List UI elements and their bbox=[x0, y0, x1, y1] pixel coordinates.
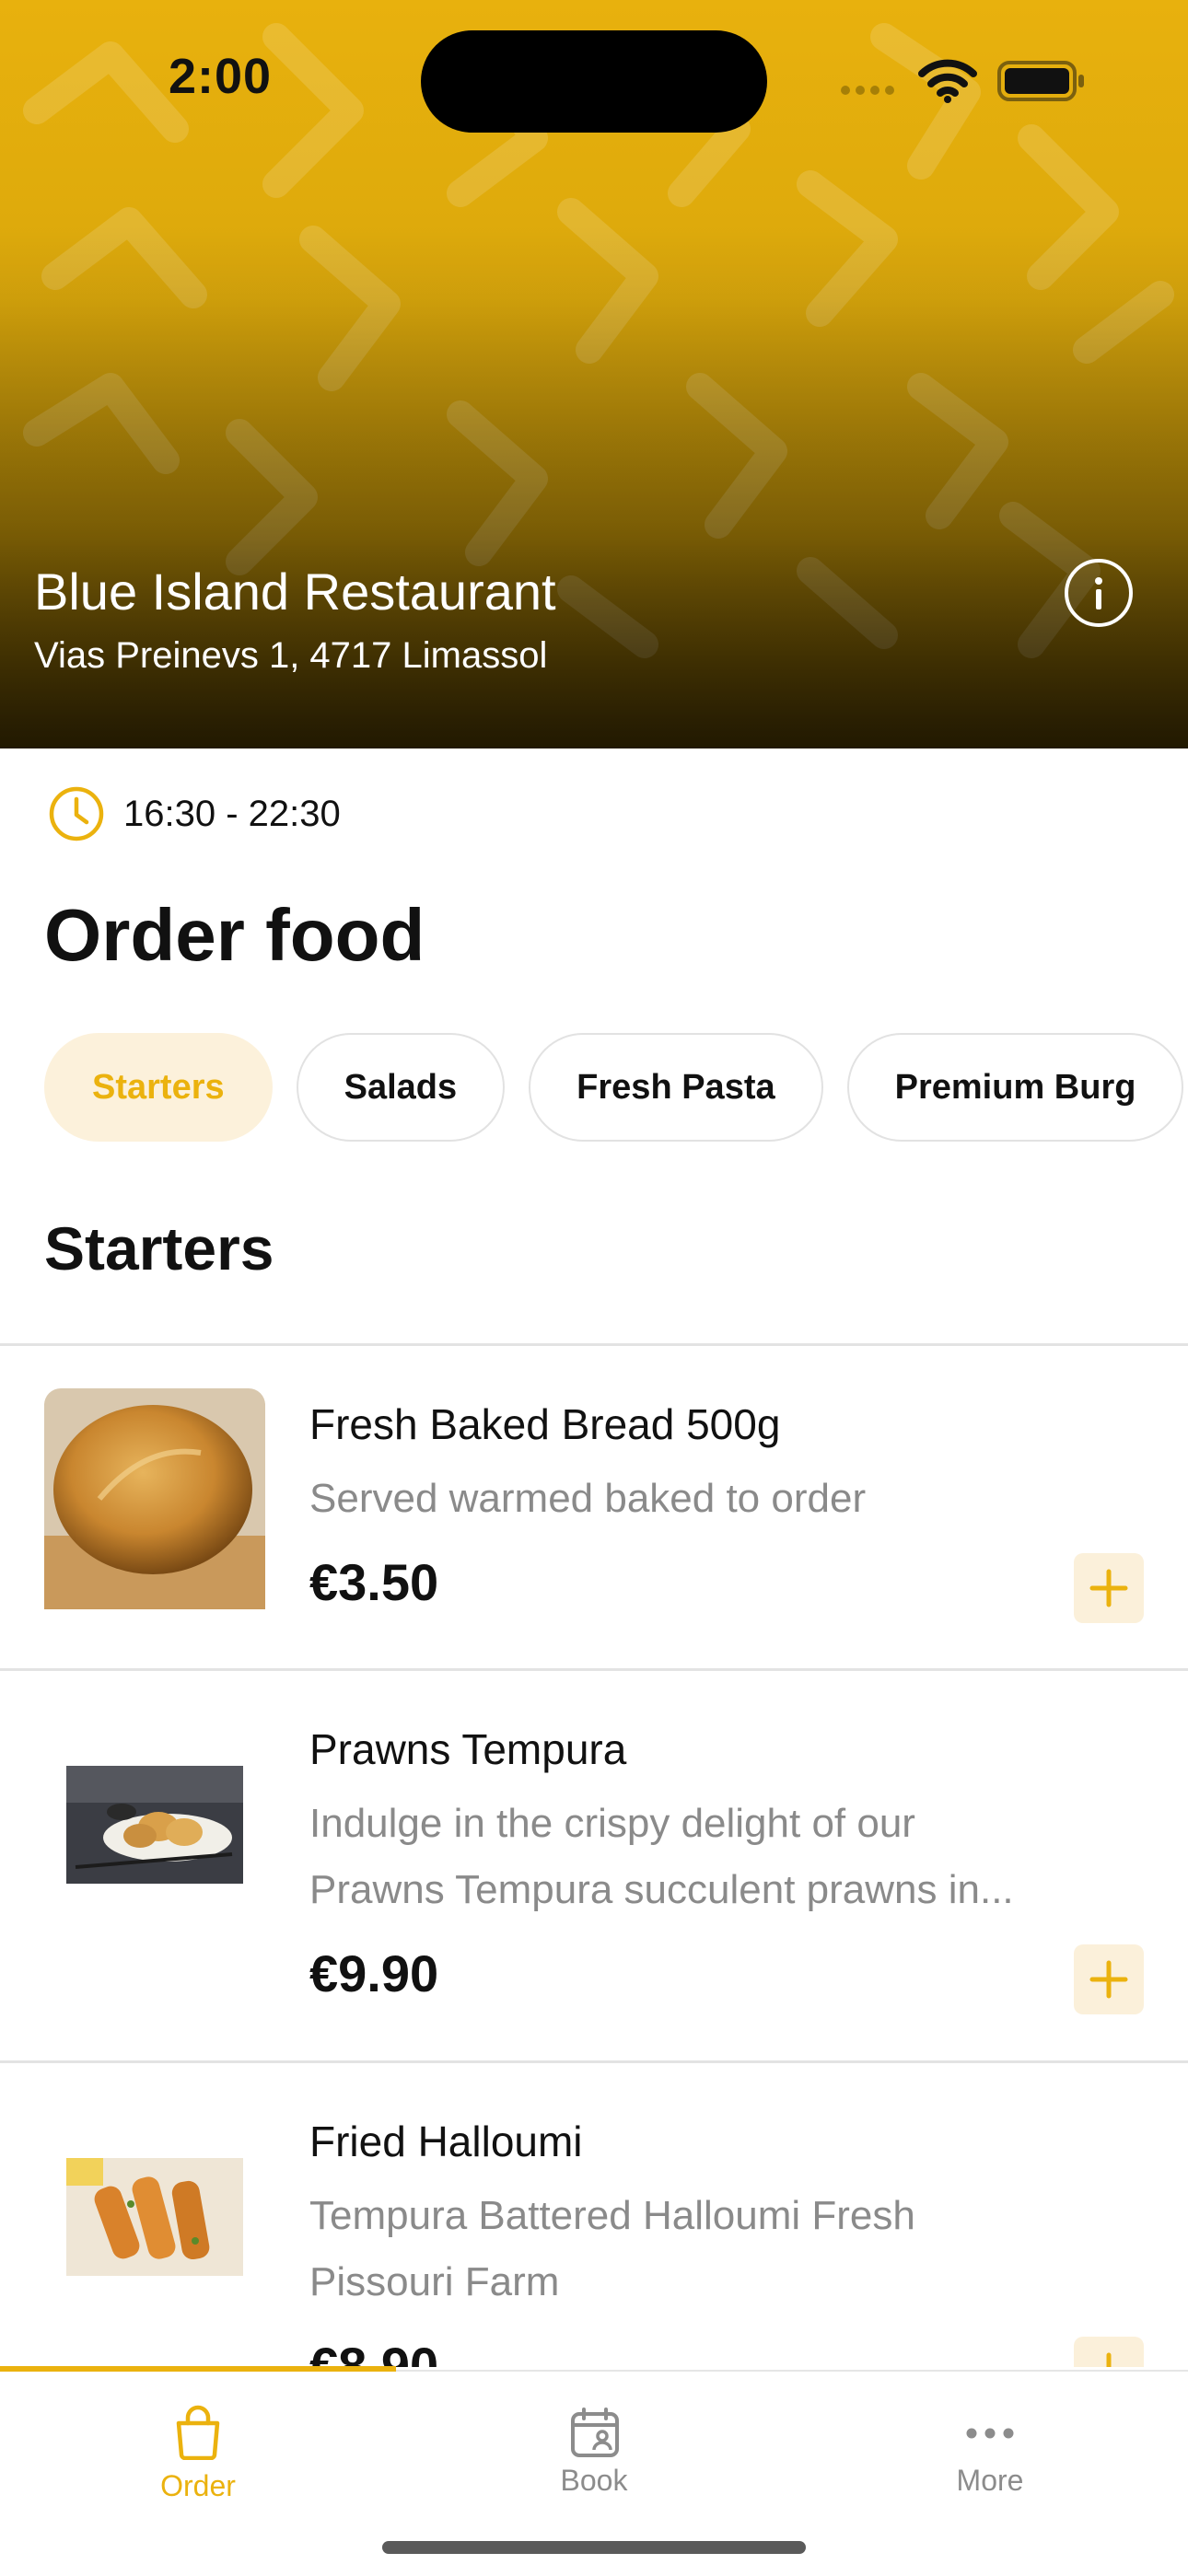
section-title: Starters bbox=[44, 1214, 274, 1282]
nav-order-label: Order bbox=[160, 2469, 236, 2502]
item-name: Prawns Tempura bbox=[309, 1725, 627, 1773]
nav-book-label: Book bbox=[560, 2464, 628, 2497]
opening-hours: 16:30 - 22:30 bbox=[48, 785, 341, 842]
item-description-line: Prawns Tempura succulent prawns in... bbox=[309, 1867, 1014, 1912]
category-tabs: Starters Salads Fresh Pasta Premium Burg bbox=[44, 1033, 1184, 1143]
plus-icon bbox=[1106, 2352, 1112, 2367]
battery-icon bbox=[997, 61, 1084, 101]
plus-icon bbox=[1089, 1569, 1128, 1607]
cellular-signal-icon bbox=[841, 86, 894, 95]
bag-icon bbox=[176, 2405, 220, 2460]
wifi-icon bbox=[918, 59, 977, 103]
plus-icon bbox=[1089, 1960, 1128, 1999]
menu-item[interactable]: Fresh Baked Bread 500g Served warmed bak… bbox=[0, 1346, 1188, 1668]
tab-salads[interactable]: Salads bbox=[296, 1033, 506, 1142]
item-description: Tempura Battered Halloumi Fresh Pissouri… bbox=[309, 2183, 1120, 2315]
info-button[interactable] bbox=[1065, 559, 1133, 627]
item-price: €8.90 bbox=[309, 2337, 439, 2367]
menu-item[interactable]: Prawns Tempura Indulge in the crispy del… bbox=[0, 1671, 1188, 2060]
info-icon bbox=[1095, 577, 1102, 609]
item-description-line: Indulge in the crispy delight of our bbox=[309, 1801, 915, 1846]
item-description: Served warmed baked to order bbox=[309, 1466, 1120, 1532]
more-dots-icon bbox=[966, 2428, 1014, 2439]
status-time: 2:00 bbox=[169, 49, 273, 104]
item-image-bread bbox=[44, 1388, 265, 1609]
hours-text: 16:30 - 22:30 bbox=[123, 793, 341, 834]
item-image-halloumi bbox=[66, 2158, 243, 2276]
dynamic-island bbox=[421, 30, 767, 133]
page-title: Order food bbox=[44, 894, 425, 976]
nav-book[interactable]: Book bbox=[396, 2372, 792, 2537]
calendar-person-icon bbox=[571, 2408, 619, 2457]
restaurant-address: Vias Preinevs 1, 4717 Limassol bbox=[34, 635, 548, 676]
add-to-cart-button[interactable] bbox=[1074, 2337, 1144, 2367]
item-price: €3.50 bbox=[309, 1553, 439, 1611]
item-description-line: Served warmed baked to order bbox=[309, 1476, 867, 1521]
item-name: Fried Halloumi bbox=[309, 2118, 583, 2165]
nav-order[interactable]: Order bbox=[0, 2372, 396, 2537]
nav-more[interactable]: More bbox=[792, 2372, 1188, 2537]
item-description-line: Tempura Battered Halloumi Fresh bbox=[309, 2193, 915, 2238]
item-description: Indulge in the crispy delight of our Pra… bbox=[309, 1791, 1120, 1923]
nav-more-label: More bbox=[956, 2464, 1024, 2497]
restaurant-name: Blue Island Restaurant bbox=[34, 563, 556, 621]
item-price: €9.90 bbox=[309, 1944, 439, 2002]
add-to-cart-button[interactable] bbox=[1074, 1944, 1144, 2014]
menu-item[interactable]: Fried Halloumi Tempura Battered Halloumi… bbox=[0, 2063, 1188, 2367]
clock-icon bbox=[49, 786, 104, 841]
item-image-prawns bbox=[66, 1766, 243, 1884]
item-description-line: Pissouri Farm bbox=[309, 2259, 560, 2304]
active-tab-indicator bbox=[0, 2366, 396, 2372]
item-name: Fresh Baked Bread 500g bbox=[309, 1400, 781, 1448]
tab-premium-burgers[interactable]: Premium Burg bbox=[846, 1033, 1184, 1142]
add-to-cart-button[interactable] bbox=[1074, 1553, 1144, 1623]
tab-starters[interactable]: Starters bbox=[44, 1033, 273, 1142]
tab-fresh-pasta[interactable]: Fresh Pasta bbox=[529, 1033, 823, 1142]
home-indicator[interactable] bbox=[382, 2541, 806, 2554]
